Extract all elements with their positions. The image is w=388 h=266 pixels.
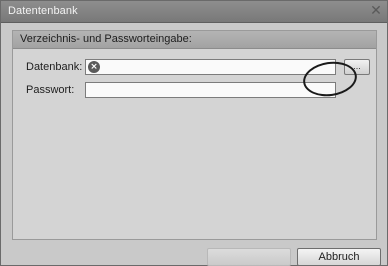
- browse-button[interactable]: ...: [344, 59, 370, 75]
- cancel-button[interactable]: Abbruch: [297, 248, 381, 266]
- title-bar[interactable]: Datentenbank ✕: [1, 1, 387, 23]
- panel-header: Verzeichnis- und Passworteingabe:: [13, 31, 376, 49]
- window-title: Datentenbank: [8, 5, 78, 17]
- ok-button-disabled: [207, 248, 291, 266]
- directory-password-panel: Verzeichnis- und Passworteingabe: Datenb…: [12, 30, 377, 240]
- panel-title: Verzeichnis- und Passworteingabe:: [20, 33, 192, 45]
- close-icon[interactable]: ✕: [369, 4, 383, 18]
- database-label: Datenbank:: [26, 61, 83, 73]
- dialog-footer: Abbruch: [1, 243, 387, 266]
- password-field[interactable]: [85, 82, 336, 98]
- clear-icon[interactable]: ×: [88, 61, 100, 73]
- database-field[interactable]: ×: [85, 59, 336, 75]
- dialog-window: Datentenbank ✕ Verzeichnis- und Passwort…: [0, 0, 388, 266]
- password-label: Passwort:: [26, 84, 75, 96]
